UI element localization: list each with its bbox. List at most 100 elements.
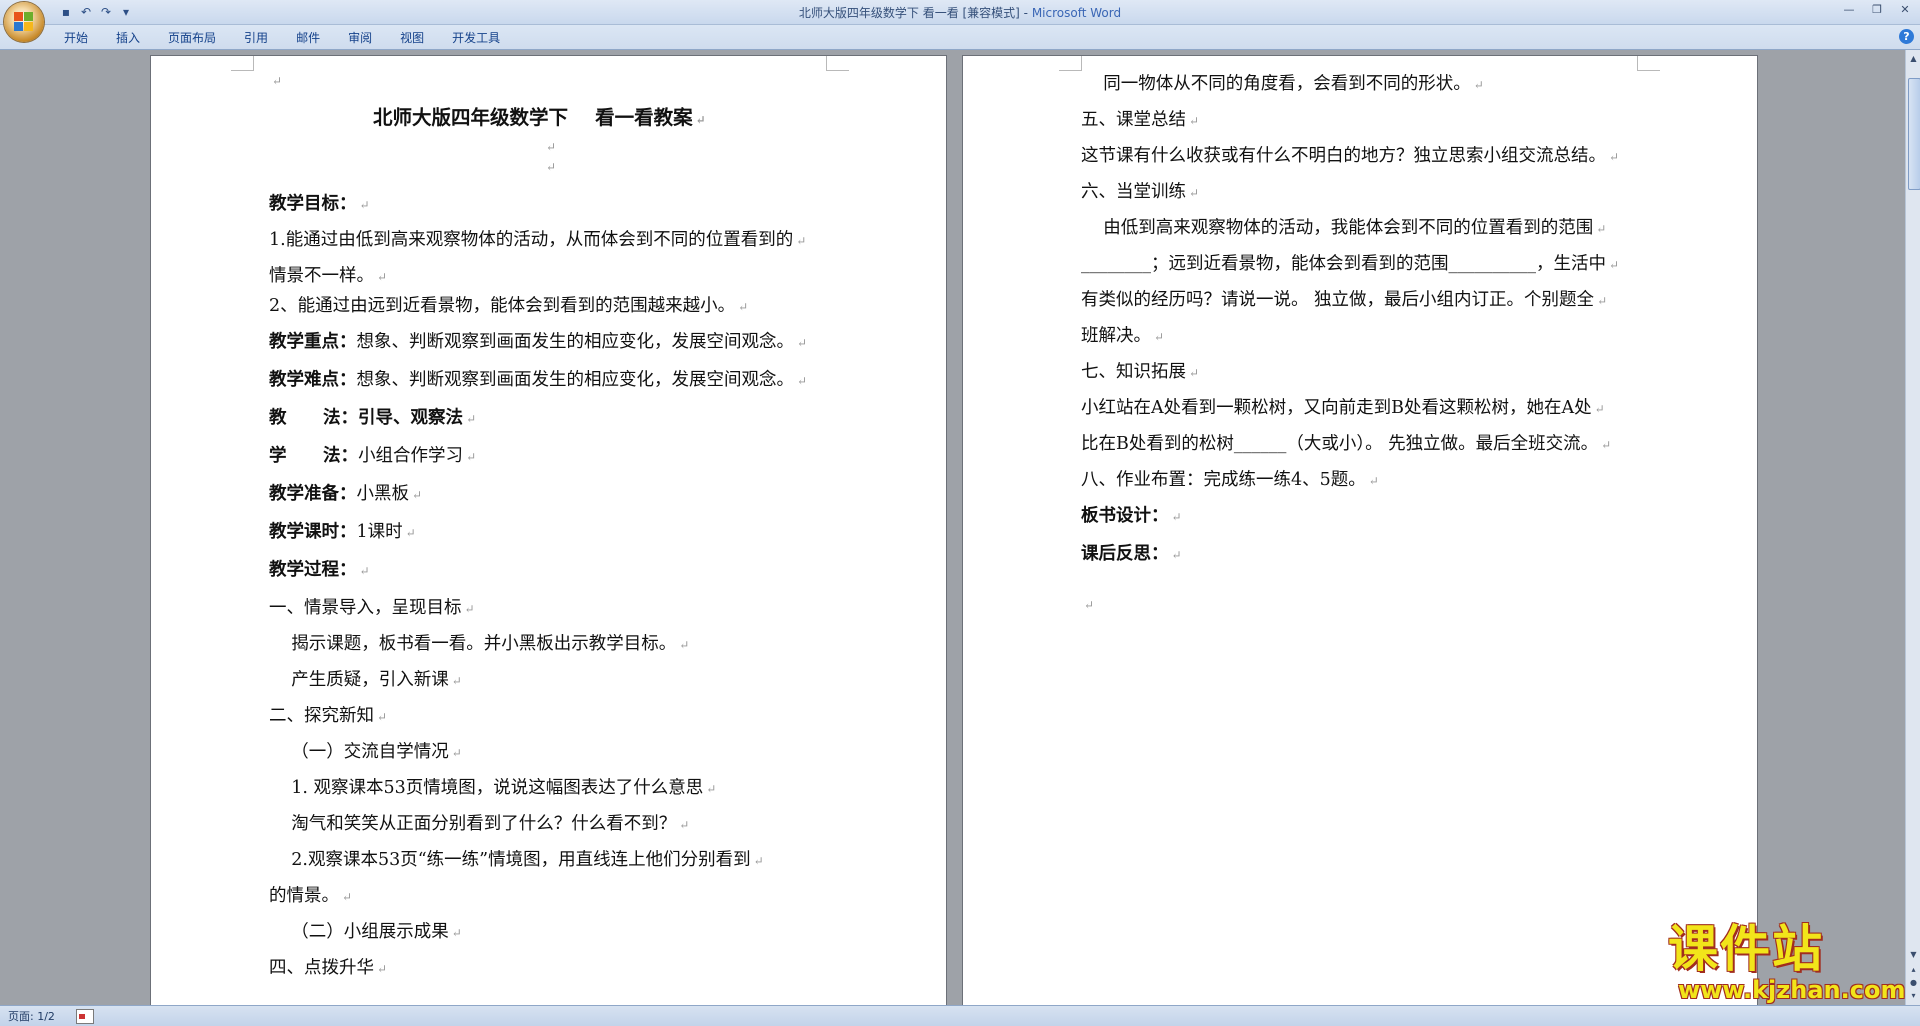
paragraph-mark: ↵ (451, 926, 462, 940)
next-page-icon[interactable]: ▾ (1908, 991, 1919, 1001)
paragraph-mark: ↵ (679, 638, 690, 652)
paragraph-mark: ↵ (797, 336, 808, 350)
document-line: 揭示课题，板书看一看。并小黑板出示教学目标。 ↵ (269, 634, 689, 655)
paragraph-mark: ↵ (1609, 150, 1620, 164)
line-text: 揭示课题，板书看一看。并小黑板出示教学目标。 (269, 634, 677, 654)
line-text: 班解决。 (1081, 326, 1151, 346)
document-line: 同一物体从不同的角度看，会看到不同的形状。 ↵ (1081, 74, 1484, 95)
document-line: 1.能通过由低到高来观察物体的活动，从而体会到不同的位置看到的 ↵ (269, 230, 806, 251)
line-text: 六、当堂训练 (1081, 182, 1186, 202)
tab-view[interactable]: 视图 (386, 29, 438, 47)
document-line: 一、情景导入，呈现目标 ↵ (269, 598, 475, 619)
document-line: （二）小组展示成果 ↵ (269, 922, 462, 943)
document-line: 教学难点：想象、判断观察到画面发生的相应变化，发展空间观念。 ↵ (269, 370, 807, 391)
scroll-up-icon[interactable]: ▲ (1908, 54, 1919, 64)
help-icon[interactable]: ? (1899, 29, 1914, 44)
document-line: 六、当堂训练 ↵ (1081, 182, 1199, 203)
paragraph-mark: ↵ (1596, 222, 1607, 236)
office-button[interactable] (4, 2, 44, 42)
line-text: 八、作业布置：完成练一练4、5题。 (1081, 470, 1366, 490)
paragraph-mark: ↵ (1594, 402, 1605, 416)
line-text: 四、点拨升华 (269, 958, 374, 978)
bold-label: 教学准备： (269, 484, 357, 504)
tab-developer[interactable]: 开发工具 (438, 29, 514, 47)
document-line: 教学课时：1课时 ↵ (269, 522, 416, 543)
line-text: 1课时 (356, 522, 403, 542)
watermark-logo: 课件站 (1668, 920, 1824, 978)
browse-object-icon[interactable]: ● (1908, 978, 1919, 988)
close-button[interactable]: ✕ (1894, 2, 1916, 18)
minimize-button[interactable]: — (1838, 2, 1860, 18)
paragraph-mark: ↵ (1368, 474, 1379, 488)
paragraph-mark: ↵ (451, 674, 462, 688)
office-logo-icon (14, 12, 34, 32)
line-text: 比在B处看到的松树______（大或小）。 先独立做。最后全班交流。 (1081, 434, 1599, 454)
macro-recording-icon[interactable] (76, 1009, 94, 1024)
paragraph-mark: ↵ (466, 412, 477, 426)
tab-mailings[interactable]: 邮件 (282, 29, 334, 47)
line-text: ________；远到近看景物，能体会到看到的范围__________，生活中 (1081, 254, 1606, 274)
document-line: 教学过程： ↵ (269, 560, 370, 581)
paragraph-mark: ↵ (1154, 330, 1165, 344)
status-bar: 页面: 1/2 (0, 1005, 1920, 1026)
tab-review[interactable]: 审阅 (334, 29, 386, 47)
document-line: 产生质疑，引入新课 ↵ (269, 670, 462, 691)
document-line: 教学重点：想象、判断观察到画面发生的相应变化，发展空间观念。 ↵ (269, 332, 807, 353)
line-text: 2.观察课本53页“练一练”情境图，用直线连上他们分别看到 (269, 850, 751, 870)
vertical-scrollbar[interactable]: ▲ ▼ ▴ ● ▾ (1905, 50, 1920, 1005)
document-line: ________；远到近看景物，能体会到看到的范围__________，生活中 ↵ (1081, 254, 1619, 275)
line-text: 二、探究新知 (269, 706, 374, 726)
document-line: 七、知识拓展 ↵ (1081, 362, 1199, 383)
line-text: （一）交流自学情况 (269, 742, 449, 762)
line-text: 情景不一样。 (269, 266, 374, 286)
document-line: （一）交流自学情况 ↵ (269, 742, 462, 763)
page-2[interactable]: 同一物体从不同的角度看，会看到不同的形状。 ↵ 五、课堂总结 ↵ 这节课有什么收获或有什… (963, 56, 1757, 1005)
paragraph-mark: ↵ (1609, 258, 1620, 272)
ribbon: 开始 插入 页面布局 引用 邮件 审阅 视图 开发工具 ? (0, 25, 1920, 50)
paragraph-mark: ↵ (412, 488, 423, 502)
tab-page-layout[interactable]: 页面布局 (154, 29, 230, 47)
document-line: 2.观察课本53页“练一练”情境图，用直线连上他们分别看到 ↵ (269, 850, 763, 871)
document-line: 1. 观察课本53页情境图，说说这幅图表达了什么意思 ↵ (269, 778, 716, 799)
paragraph-mark: ↵ (1189, 186, 1200, 200)
bold-label: 教学重点： (269, 332, 357, 352)
bold-label: 教学难点： (269, 370, 357, 390)
watermark-url: www.kjzhan.com (1678, 976, 1906, 1004)
tab-home[interactable]: 开始 (50, 29, 102, 47)
previous-page-icon[interactable]: ▴ (1908, 965, 1919, 975)
watermark: 课件站 www.kjzhan.com (1668, 920, 1905, 1004)
app-name: Microsoft Word (1031, 6, 1122, 20)
line-text: 1.能通过由低到高来观察物体的活动，从而体会到不同的位置看到的 (269, 230, 794, 250)
bold-label: 板书设计： (1081, 506, 1169, 526)
paragraph-mark: ↵ (796, 234, 807, 248)
restore-button[interactable]: ❐ (1866, 2, 1888, 18)
scrollbar-thumb[interactable] (1908, 78, 1920, 190)
tab-insert[interactable]: 插入 (102, 29, 154, 47)
document-line: 教学准备：小黑板 ↵ (269, 484, 422, 505)
document-line: 比在B处看到的松树______（大或小）。 先独立做。最后全班交流。 ↵ (1081, 434, 1611, 455)
paragraph-mark: ↵ (272, 74, 283, 88)
scroll-down-icon[interactable]: ▼ (1908, 950, 1919, 960)
document-line: 2、能通过由远到近看景物，能体会到看到的范围越来越小。 ↵ (269, 296, 748, 317)
line-text: 2、能通过由远到近看景物，能体会到看到的范围越来越小。 (269, 296, 736, 316)
paragraph-mark: ↵ (359, 198, 370, 212)
line-text: 由低到高来观察物体的活动，我能体会到不同的位置看到的范围 (1081, 218, 1594, 238)
crop-mark (231, 56, 254, 71)
line-text: 一、情景导入，呈现目标 (269, 598, 462, 618)
paragraph-mark: ↵ (706, 782, 717, 796)
line-text: 想象、判断观察到画面发生的相应变化，发展空间观念。 (356, 370, 795, 390)
paragraph-mark: ↵ (377, 710, 388, 724)
page-indicator[interactable]: 页面: 1/2 (8, 1008, 55, 1024)
paragraph-mark: ↵ (738, 300, 749, 314)
line-text: 1. 观察课本53页情境图，说说这幅图表达了什么意思 (269, 778, 704, 798)
document-line: 板书设计： ↵ (1081, 506, 1182, 527)
paragraph-mark: ↵ (342, 890, 353, 904)
document-line: 二、探究新知 ↵ (269, 706, 387, 727)
line-text: 同一物体从不同的角度看，会看到不同的形状。 (1081, 74, 1471, 94)
document-line: 教 法：引导、观察法 ↵ (269, 408, 476, 429)
crop-mark (1059, 56, 1082, 71)
paragraph-mark: ↵ (1189, 366, 1200, 380)
paragraph-mark: ↵ (464, 602, 475, 616)
tab-references[interactable]: 引用 (230, 29, 282, 47)
page-1[interactable]: ↵ 北师大版四年级数学下 看一看教案 ↵ ↵ ↵ 教学目标： ↵ 1.能通过由低到高来… (151, 56, 946, 1005)
